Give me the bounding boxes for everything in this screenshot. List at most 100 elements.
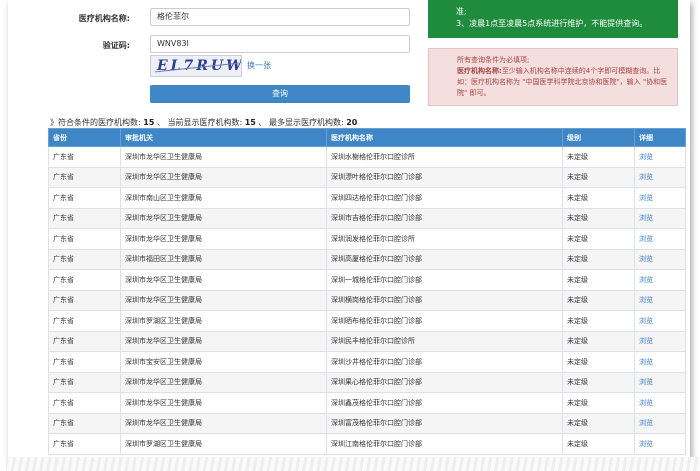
cell-authority: 深圳市龙华区卫生健康局 — [120, 289, 327, 311]
cell-institution: 深圳沙井格伦菲尔口腔门诊部 — [326, 351, 563, 373]
cell-detail-link[interactable]: 浏览 — [634, 330, 686, 352]
query-button[interactable]: 查询 — [150, 85, 410, 103]
cell-province: 广东省 — [48, 187, 121, 209]
cell-institution: 深圳晒布格伦菲尔口腔门诊部 — [326, 310, 563, 332]
table-row: 广东省 深圳市罗湖区卫生健康局 深圳江南格伦菲尔口腔门诊部 未定级 浏览 — [48, 433, 686, 455]
cell-level: 未定级 — [562, 412, 635, 434]
col-province-header: 省份 — [48, 128, 121, 147]
cell-detail-link[interactable]: 浏览 — [634, 392, 686, 414]
cell-authority: 深圳市福田区卫生健康局 — [120, 248, 327, 270]
table-header-row: 省份 审批机关 医疗机构名称 级别 详细 — [48, 128, 686, 147]
table-row: 广东省 深圳市龙华区卫生健康局 深圳果心格伦菲尔口腔门诊部 未定级 浏览 — [48, 371, 686, 393]
refresh-captcha-link[interactable]: 换一张 — [247, 60, 271, 71]
cell-level: 未定级 — [562, 207, 635, 229]
cell-province: 广东省 — [48, 412, 121, 434]
col-level-header: 级别 — [562, 128, 635, 147]
cell-province: 广东省 — [48, 330, 121, 352]
cell-detail-link[interactable]: 浏览 — [634, 351, 686, 373]
col-institution-header: 医疗机构名称 — [326, 128, 563, 147]
cell-detail-link[interactable]: 浏览 — [634, 433, 686, 455]
cell-authority: 深圳市龙华区卫生健康局 — [120, 330, 327, 352]
matched-count: 15 — [143, 118, 155, 127]
cell-authority: 深圳市罗湖区卫生健康局 — [120, 433, 327, 455]
cell-province: 广东省 — [48, 228, 121, 250]
cell-institution: 深圳鑫茂格伦菲尔口腔门诊部 — [326, 392, 563, 414]
cell-detail-link[interactable]: 浏览 — [634, 166, 686, 188]
table-row: 广东省 深圳市龙华区卫生健康局 深圳一城格伦菲尔口腔门诊部 未定级 浏览 — [48, 269, 686, 291]
shown-count: 15 — [244, 118, 256, 127]
table-row: 广东省 深圳市宝安区卫生健康局 深圳沙井格伦菲尔口腔门诊部 未定级 浏览 — [48, 351, 686, 373]
cell-detail-link[interactable]: 浏览 — [634, 269, 686, 291]
max-count: 20 — [346, 118, 358, 127]
cell-institution: 深圳果心格伦菲尔口腔门诊部 — [326, 371, 563, 393]
institution-name-input[interactable]: 格伦菲尔 — [150, 8, 410, 26]
cell-detail-link[interactable]: 浏览 — [634, 146, 686, 168]
table-row: 广东省 深圳市龙华区卫生健康局 深圳市吉格伦菲尔口腔门诊部 未定级 浏览 — [48, 207, 686, 229]
cell-detail-link[interactable]: 浏览 — [634, 228, 686, 250]
cell-province: 广东省 — [48, 248, 121, 270]
cell-authority: 深圳市南山区卫生健康局 — [120, 187, 327, 209]
table-row: 广东省 深圳市龙华区卫生健康局 深圳富茂格伦菲尔口腔门诊部 未定级 浏览 — [48, 412, 686, 434]
cell-institution: 深圳一城格伦菲尔口腔门诊部 — [326, 269, 563, 291]
results-table: 省份 审批机关 医疗机构名称 级别 详细 广东省 深圳市龙华区卫生健康局 深圳水榭格… — [48, 128, 686, 455]
cell-level: 未定级 — [562, 146, 635, 168]
cell-level: 未定级 — [562, 351, 635, 373]
table-row: 广东省 深圳市龙华区卫生健康局 深圳润发格伦菲尔口腔诊所 未定级 浏览 — [48, 228, 686, 250]
table-row: 广东省 深圳市福田区卫生健康局 深圳高厦格伦菲尔口腔门诊部 未定级 浏览 — [48, 248, 686, 270]
cell-level: 未定级 — [562, 289, 635, 311]
cell-institution: 深圳润发格伦菲尔口腔诊所 — [326, 228, 563, 250]
cell-detail-link[interactable]: 浏览 — [634, 371, 686, 393]
cell-detail-link[interactable]: 浏览 — [634, 310, 686, 332]
cell-institution: 深圳四达格伦菲尔口腔门诊部 — [326, 187, 563, 209]
cell-province: 广东省 — [48, 392, 121, 414]
cell-detail-link[interactable]: 浏览 — [634, 248, 686, 270]
cell-province: 广东省 — [48, 269, 121, 291]
col-authority-header: 审批机关 — [120, 128, 327, 147]
cell-level: 未定级 — [562, 392, 635, 414]
cell-level: 未定级 — [562, 330, 635, 352]
cell-institution: 深圳漂叶格伦菲尔口腔门诊部 — [326, 166, 563, 188]
cell-institution: 深圳横岗格伦菲尔口腔门诊部 — [326, 289, 563, 311]
cell-level: 未定级 — [562, 166, 635, 188]
rules-line-1: 所有查询条件为必填项; — [457, 56, 530, 64]
cell-institution: 深圳江南格伦菲尔口腔门诊部 — [326, 433, 563, 455]
cell-level: 未定级 — [562, 433, 635, 455]
cell-authority: 深圳市龙华区卫生健康局 — [120, 371, 327, 393]
cell-province: 广东省 — [48, 166, 121, 188]
cell-level: 未定级 — [562, 269, 635, 291]
table-row: 广东省 深圳市罗湖区卫生健康局 深圳晒布格伦菲尔口腔门诊部 未定级 浏览 — [48, 310, 686, 332]
cell-province: 广东省 — [48, 310, 121, 332]
notice-line-2: 3、凌晨1点至凌晨5点系统进行维护，不能提供查询。 — [456, 19, 648, 28]
table-row: 广东省 深圳市龙华区卫生健康局 深圳横岗格伦菲尔口腔门诊部 未定级 浏览 — [48, 289, 686, 311]
torn-edge — [6, 457, 700, 471]
cell-province: 广东省 — [48, 146, 121, 168]
cell-authority: 深圳市龙华区卫生健康局 — [120, 392, 327, 414]
table-row: 广东省 深圳市龙华区卫生健康局 深圳水榭格伦菲尔口腔诊所 未定级 浏览 — [48, 146, 686, 168]
captcha-input[interactable]: WNV83I — [150, 35, 410, 53]
cell-province: 广东省 — [48, 289, 121, 311]
cell-authority: 深圳市罗湖区卫生健康局 — [120, 310, 327, 332]
cell-institution: 深圳水榭格伦菲尔口腔诊所 — [326, 146, 563, 168]
cell-authority: 深圳市宝安区卫生健康局 — [120, 351, 327, 373]
cell-detail-link[interactable]: 浏览 — [634, 187, 686, 209]
cell-authority: 深圳市龙华区卫生健康局 — [120, 228, 327, 250]
cell-institution: 深圳富茂格伦菲尔口腔门诊部 — [326, 412, 563, 434]
cell-province: 广东省 — [48, 207, 121, 229]
cell-institution: 深圳市吉格伦菲尔口腔门诊部 — [326, 207, 563, 229]
cell-authority: 深圳市龙华区卫生健康局 — [120, 207, 327, 229]
cell-province: 广东省 — [48, 371, 121, 393]
captcha-image: EL7RUW — [150, 55, 242, 77]
cell-detail-link[interactable]: 浏览 — [634, 289, 686, 311]
cell-detail-link[interactable]: 浏览 — [634, 207, 686, 229]
institution-name-label: 医疗机构名称: — [78, 14, 130, 23]
cell-detail-link[interactable]: 浏览 — [634, 412, 686, 434]
maintenance-notice: 准; 3、凌晨1点至凌晨5点系统进行维护，不能提供查询。 — [428, 0, 678, 38]
table-row: 广东省 深圳市南山区卫生健康局 深圳四达格伦菲尔口腔门诊部 未定级 浏览 — [48, 187, 686, 209]
cell-level: 未定级 — [562, 228, 635, 250]
notice-line-1: 准; — [456, 7, 467, 16]
cell-authority: 深圳市龙华区卫生健康局 — [120, 146, 327, 168]
cell-level: 未定级 — [562, 248, 635, 270]
cell-authority: 深圳市龙华区卫生健康局 — [120, 269, 327, 291]
captcha-label: 验证码: — [102, 41, 130, 50]
cell-province: 广东省 — [48, 433, 121, 455]
